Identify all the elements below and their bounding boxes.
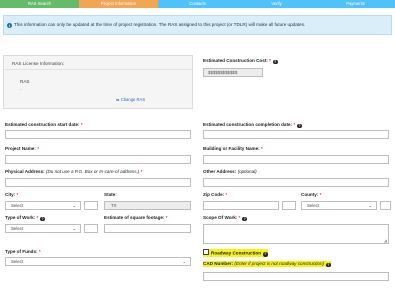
help-icon[interactable]: ? (326, 262, 331, 268)
type-of-funds-label: Type of Funds: * (5, 249, 41, 254)
type-of-work-value: Select (11, 226, 24, 231)
change-ras-label: Change RAS (120, 97, 146, 102)
state-label: State: (104, 192, 117, 197)
info-text: This information can only be updated at … (14, 22, 306, 27)
scope-of-work-label: Scope Of Work: *? (203, 215, 248, 222)
resize-grip-icon[interactable]: ◢ (384, 238, 387, 243)
building-name-input[interactable] (203, 155, 389, 164)
scope-of-work-textarea[interactable]: ◢ (203, 224, 389, 244)
chevron-down-icon: ⌄ (182, 259, 186, 264)
help-icon[interactable]: ? (297, 123, 302, 129)
zip-extension-input[interactable] (282, 201, 296, 210)
chevron-down-icon: ⌄ (72, 226, 76, 231)
project-name-input[interactable] (5, 155, 191, 164)
ras-panel-title: RAS License Information: (12, 61, 65, 66)
sq-footage-label: Estimate of square footage: * (104, 215, 168, 220)
physical-address-input[interactable] (5, 178, 191, 187)
zip-input[interactable] (203, 201, 279, 210)
start-date-label: Estimated construction start date: * (5, 122, 83, 127)
city-select-value: Select (11, 203, 24, 208)
type-of-work-select[interactable]: Select ⌄ (5, 224, 81, 233)
chevron-down-icon: ⌄ (72, 203, 76, 208)
other-address-label: Other Address: (optional) (203, 169, 257, 174)
type-of-work-label: Type of Work: *? (5, 215, 45, 222)
ras-detail-line: - (20, 87, 22, 92)
type-of-funds-select[interactable]: Select ⌄ (5, 257, 191, 266)
county-extra-input[interactable] (380, 201, 391, 210)
ras-license-panel: RAS License Information: RAS - ⇆ Change … (3, 55, 193, 109)
step-verify[interactable]: Verify (237, 0, 316, 8)
state-value: TX (111, 203, 117, 208)
help-icon[interactable]: ? (242, 216, 248, 222)
type-of-work-extra-input[interactable] (84, 224, 98, 233)
zip-label: Zip Code: * (203, 192, 228, 197)
city-select[interactable]: Select ⌄ (5, 201, 81, 210)
info-icon: i (7, 23, 12, 28)
start-date-input[interactable] (5, 130, 191, 139)
other-address-input[interactable] (203, 178, 389, 187)
step-ras-search[interactable]: RAS Search (0, 0, 79, 8)
cad-number-input[interactable] (203, 272, 389, 281)
sq-footage-input[interactable] (104, 224, 191, 233)
change-ras-link[interactable]: ⇆ Change RAS (116, 97, 145, 102)
help-icon[interactable]: ? (40, 216, 45, 222)
type-of-funds-value: Select (11, 259, 24, 264)
roadway-label: Roadway Construction (211, 250, 262, 256)
step-payments[interactable]: Payments (316, 0, 395, 8)
cad-number-label: CAD Number: (Enter if project is not roa… (203, 261, 331, 268)
county-label: County: * (301, 192, 322, 197)
step-project-information[interactable]: Project Information (79, 0, 158, 8)
est-cost-value: $$$$$$$$$$$$ (208, 70, 238, 75)
progress-steps: RAS Search Project Information Contacts … (0, 0, 395, 8)
state-field: TX (104, 201, 191, 210)
completion-date-input[interactable] (203, 130, 389, 139)
city-extra-input[interactable] (84, 201, 98, 210)
step-contacts[interactable]: Contacts (158, 0, 237, 8)
roadway-checkbox[interactable] (203, 249, 209, 255)
city-label: City: * (5, 192, 19, 197)
physical-address-label: Physical Address: (Do not use a P.O. Box… (5, 169, 143, 174)
est-cost-label: Estimated Construction Cost: *? (203, 58, 278, 65)
help-icon[interactable]: ? (263, 252, 268, 257)
project-name-label: Project Name: * (5, 146, 39, 151)
roadway-construction-option[interactable]: Roadway Construction? (203, 249, 268, 257)
chevron-down-icon: ⌄ (368, 203, 372, 208)
info-banner: i This information can only be updated at… (3, 15, 392, 35)
ras-name: RAS (20, 79, 30, 84)
help-icon[interactable]: ? (272, 59, 278, 65)
building-name-label: Building or Facility Name: * (203, 146, 263, 151)
county-select-value: Select (307, 203, 320, 208)
completion-date-label: Estimated construction completion date: … (203, 122, 302, 129)
county-select[interactable]: Select ⌄ (301, 201, 377, 210)
est-cost-field: $$$$$$$$$$$$ (203, 68, 263, 77)
